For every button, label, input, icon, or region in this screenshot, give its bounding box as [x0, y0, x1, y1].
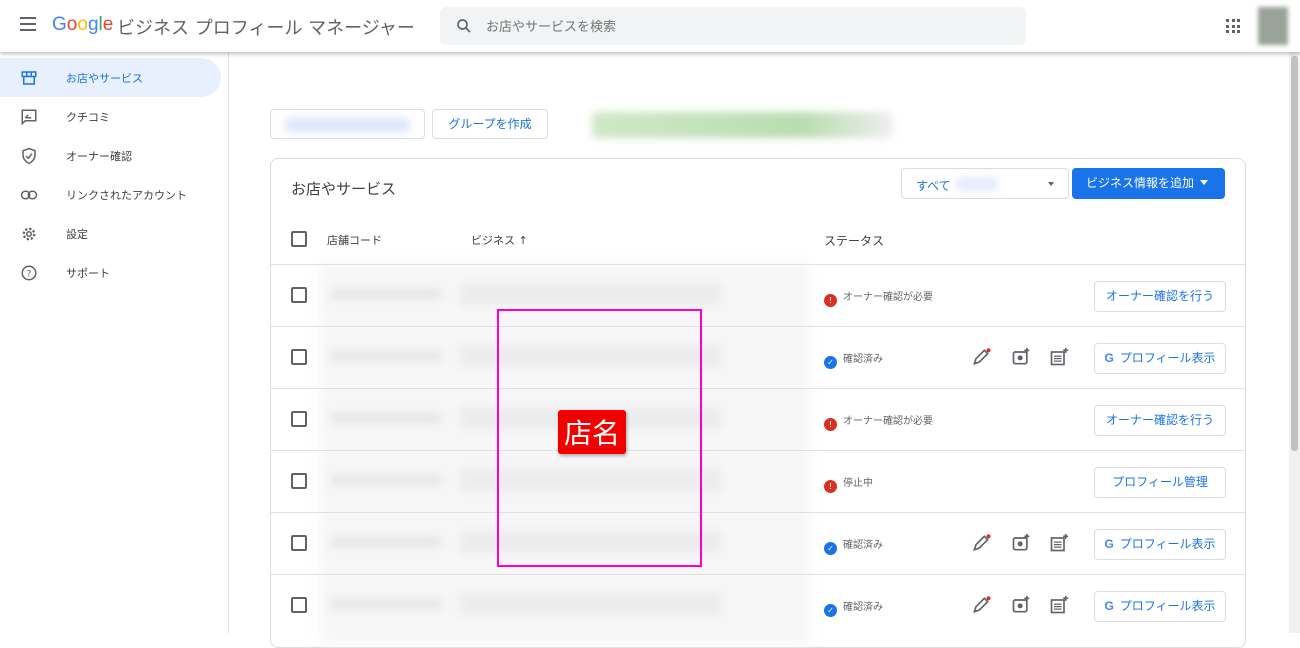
table-row[interactable]: ! オーナー確認が必要 オーナー確認を行う: [271, 264, 1245, 326]
row-checkbox[interactable]: [291, 287, 307, 303]
verified-icon: ✓: [824, 356, 837, 369]
avatar[interactable]: [1258, 7, 1288, 45]
gear-icon: [22, 227, 36, 241]
business-name: [461, 593, 721, 615]
card-title: お店やサービス: [291, 180, 397, 198]
sidebar-item-verification[interactable]: オーナー確認: [0, 136, 221, 175]
app-title: ビジネス プロフィール マネージャー: [117, 18, 415, 39]
table-row[interactable]: ! 停止中 プロフィール管理: [271, 450, 1245, 512]
app-header: Google ビジネス プロフィール マネージャー: [0, 0, 1300, 52]
redacted-info: [592, 112, 892, 138]
row-checkbox[interactable]: [291, 349, 307, 365]
google-g-icon: G: [1104, 599, 1114, 613]
search-bar[interactable]: [440, 7, 1026, 45]
add-post-icon[interactable]: [1049, 595, 1069, 615]
add-post-icon[interactable]: [1049, 533, 1069, 553]
sidebar-item-linked-accounts[interactable]: リンクされたアカウント: [0, 175, 221, 214]
shield-check-icon: [22, 147, 36, 165]
store-code: [331, 537, 441, 547]
verified-icon: ✓: [824, 542, 837, 555]
table-row[interactable]: ✓ 確認済み G プロフィール表示: [271, 574, 1245, 636]
row-action-button[interactable]: G プロフィール表示: [1094, 591, 1226, 622]
account-selector[interactable]: [270, 109, 425, 139]
row-action-button[interactable]: オーナー確認を行う: [1094, 281, 1226, 312]
store-code: [331, 351, 441, 361]
status-badge: ✓ 確認済み: [824, 350, 883, 369]
google-logo[interactable]: Google: [52, 14, 113, 36]
sidebar-item-stores[interactable]: お店やサービス: [0, 58, 221, 97]
status-badge: ! オーナー確認が必要: [824, 412, 933, 431]
caret-down-icon: [1200, 180, 1209, 189]
apps-grid-icon[interactable]: [1226, 19, 1240, 33]
edit-icon[interactable]: [971, 595, 991, 615]
status-badge: ✓ 確認済み: [824, 598, 883, 617]
store-code: [331, 599, 441, 609]
link-icon: [20, 190, 38, 200]
table-row[interactable]: ! オーナー確認が必要 オーナー確認を行う: [271, 388, 1245, 450]
caret-down-icon: [1048, 182, 1054, 189]
row-action-button[interactable]: G プロフィール表示: [1094, 343, 1226, 374]
status-badge: ✓ 確認済み: [824, 536, 883, 555]
row-checkbox[interactable]: [291, 411, 307, 427]
search-input[interactable]: [486, 7, 1006, 45]
add-post-icon[interactable]: [1049, 347, 1069, 367]
google-g-icon: G: [1104, 537, 1114, 551]
add-business-button[interactable]: ビジネス情報を追加: [1072, 168, 1225, 199]
add-photo-icon[interactable]: [1011, 533, 1031, 553]
store-code: [331, 413, 441, 423]
sidebar: お店やサービス クチコミ オーナー確認 リンクされたアカウント 設定 ? サポー…: [0, 52, 229, 633]
select-all-checkbox[interactable]: [291, 231, 307, 247]
row-checkbox[interactable]: [291, 535, 307, 551]
create-group-button[interactable]: グループを作成: [432, 109, 548, 139]
edit-icon[interactable]: [971, 533, 991, 553]
annotation-label: 店名: [558, 410, 627, 454]
menu-icon[interactable]: [20, 17, 36, 31]
google-g-icon: G: [1104, 351, 1114, 365]
warning-icon: !: [824, 418, 837, 431]
filter-dropdown[interactable]: すべて: [901, 168, 1069, 199]
column-header-business[interactable]: ビジネス ↑: [471, 232, 528, 248]
row-action-button[interactable]: オーナー確認を行う: [1094, 405, 1226, 436]
row-action-button[interactable]: G プロフィール表示: [1094, 529, 1226, 560]
row-checkbox[interactable]: [291, 473, 307, 489]
table-row[interactable]: ✓ 確認済み G プロフィール表示: [271, 512, 1245, 574]
column-header-code[interactable]: 店舗コード: [327, 232, 382, 248]
warning-icon: !: [824, 294, 837, 307]
sidebar-item-settings[interactable]: 設定: [0, 214, 221, 253]
business-name: [461, 283, 721, 305]
help-icon: ?: [21, 265, 37, 281]
column-header-status[interactable]: ステータス: [824, 232, 884, 249]
row-checkbox[interactable]: [291, 597, 307, 613]
store-code: [331, 289, 441, 299]
search-icon: [457, 19, 471, 33]
sidebar-item-reviews[interactable]: クチコミ: [0, 97, 221, 136]
store-icon: [21, 71, 37, 85]
svg-text:?: ?: [27, 269, 32, 279]
verified-icon: ✓: [824, 604, 837, 617]
add-photo-icon[interactable]: [1011, 595, 1031, 615]
edit-icon[interactable]: [971, 347, 991, 367]
status-badge: ! オーナー確認が必要: [824, 288, 933, 307]
sidebar-item-support[interactable]: ? サポート: [0, 253, 221, 292]
scrollbar[interactable]: [1289, 52, 1300, 633]
row-action-button[interactable]: プロフィール管理: [1094, 467, 1226, 498]
sort-arrow-up-icon: ↑: [518, 234, 528, 247]
review-icon: [21, 109, 37, 126]
store-code: [331, 475, 441, 485]
status-badge: ! 停止中: [824, 474, 873, 493]
add-photo-icon[interactable]: [1011, 347, 1031, 367]
table-row[interactable]: ✓ 確認済み G プロフィール表示: [271, 326, 1245, 388]
stores-card: お店やサービス すべて ビジネス情報を追加 店舗コード ビジネス ↑ ステータス…: [270, 158, 1246, 648]
warning-icon: !: [824, 480, 837, 493]
